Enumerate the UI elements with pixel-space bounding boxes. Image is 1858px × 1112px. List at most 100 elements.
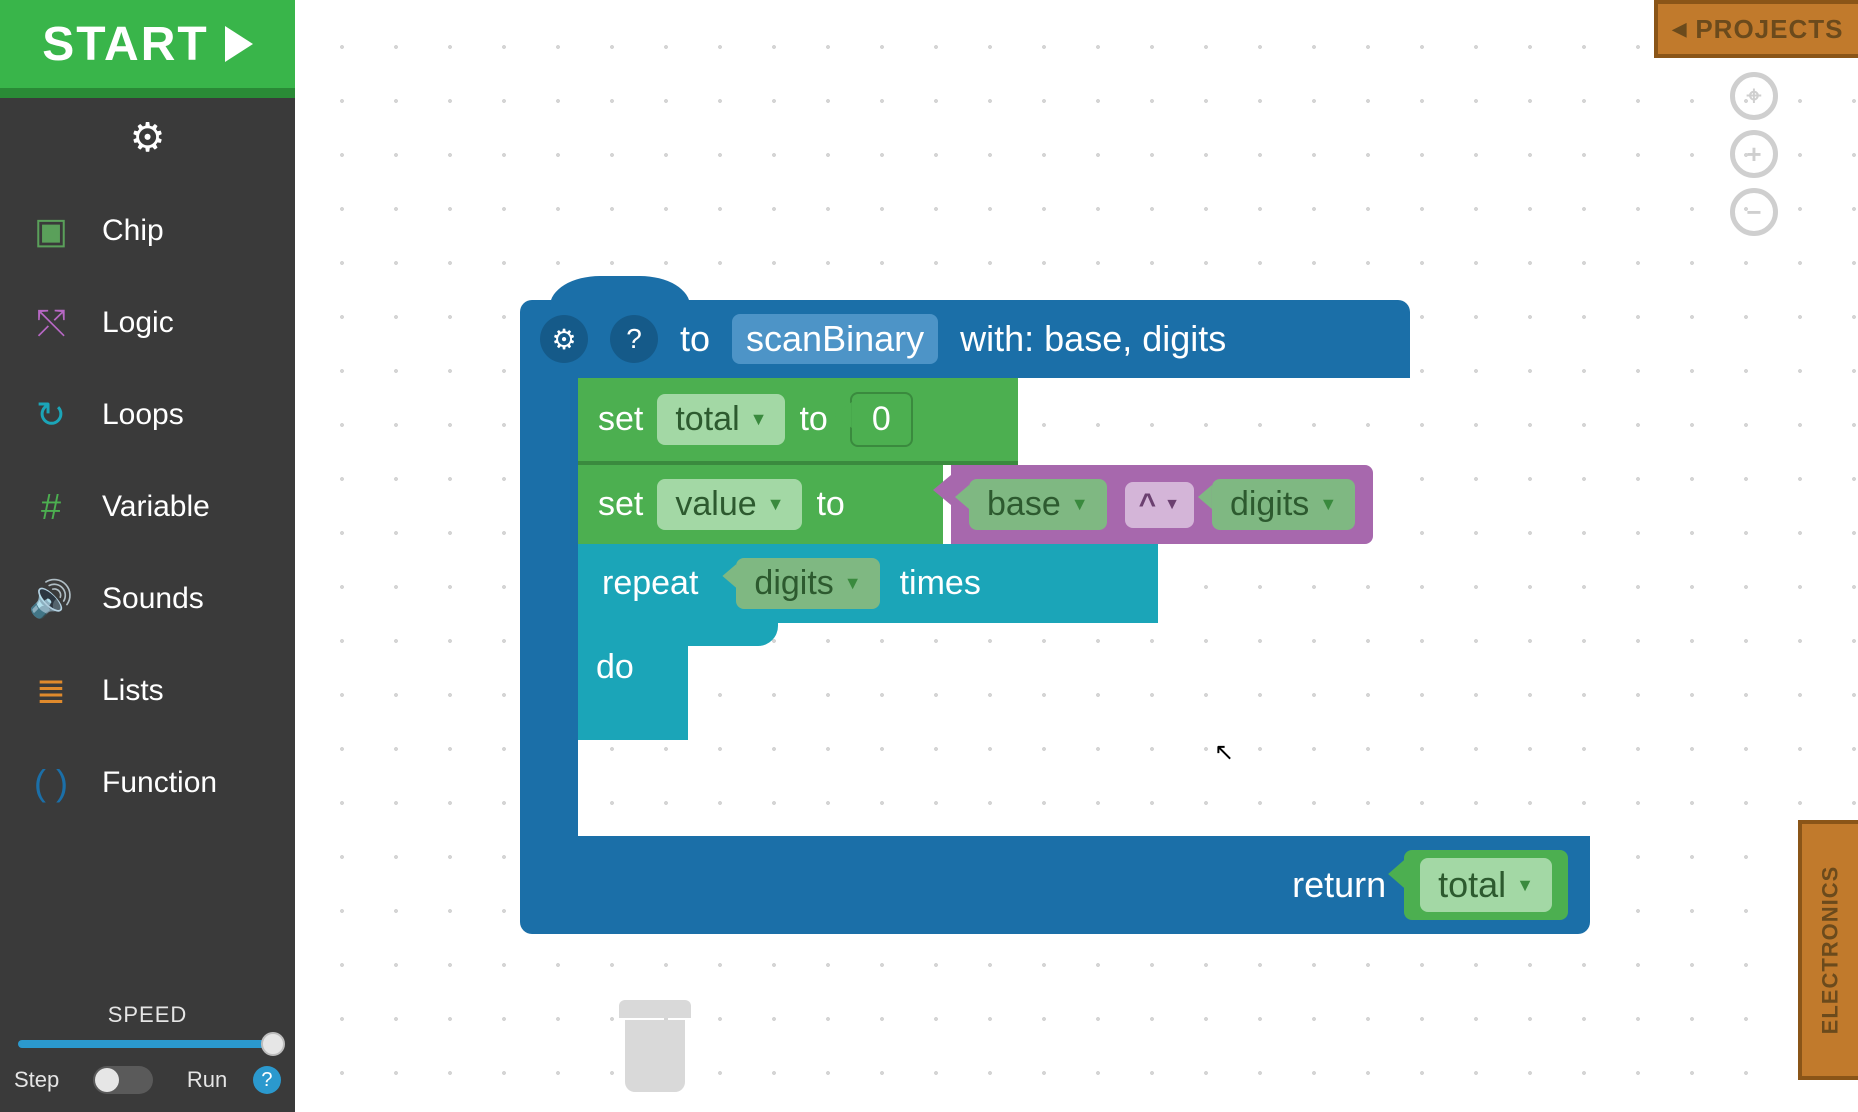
target-icon: ⌖: [1747, 80, 1762, 112]
variable-dropdown-base[interactable]: base ▼: [969, 479, 1107, 530]
category-loops[interactable]: ↻ Loops: [28, 392, 295, 438]
times-keyword: times: [900, 564, 981, 603]
repeat-keyword: repeat: [602, 564, 698, 603]
category-logic[interactable]: ⤲ Logic: [28, 300, 295, 346]
chevron-down-icon: ▼: [1071, 494, 1089, 515]
trash-lid-icon: [619, 1000, 691, 1018]
variable-dropdown-repeat-count[interactable]: digits ▼: [736, 558, 879, 609]
chevron-down-icon: ▼: [767, 494, 785, 515]
number-literal[interactable]: 0: [850, 392, 913, 447]
settings-button[interactable]: ⚙: [0, 98, 295, 178]
variable-dropdown-digits[interactable]: digits ▼: [1212, 479, 1355, 530]
zoom-in-button[interactable]: +: [1730, 130, 1778, 178]
view-controls: ⌖ + −: [1730, 72, 1778, 236]
workspace-canvas[interactable]: PROJECTS ELECTRONICS ⌖ + − ⚙ ?: [295, 0, 1858, 1112]
dropdown-value: value: [675, 485, 756, 524]
return-keyword: return: [1292, 864, 1386, 906]
dropdown-value: digits: [1230, 485, 1309, 524]
variable-dropdown-return[interactable]: total ▼: [1420, 858, 1552, 912]
speed-slider[interactable]: [18, 1040, 277, 1048]
zoom-out-button[interactable]: −: [1730, 188, 1778, 236]
help-button[interactable]: ?: [253, 1066, 281, 1094]
chevron-down-icon: ▼: [1164, 496, 1180, 514]
trash-button[interactable]: [615, 1000, 695, 1100]
category-lists[interactable]: ≣ Lists: [28, 668, 295, 714]
category-label: Variable: [102, 490, 210, 524]
dropdown-value: total: [1438, 864, 1506, 906]
electronics-label: ELECTRONICS: [1817, 866, 1843, 1035]
sounds-icon: 🔊: [28, 576, 74, 622]
recenter-button[interactable]: ⌖: [1730, 72, 1778, 120]
set-total-block[interactable]: set total ▼ to 0: [578, 378, 1018, 465]
mouse-cursor-icon: ↖: [1214, 738, 1234, 767]
step-run-toggle[interactable]: [93, 1066, 153, 1094]
dropdown-value: base: [987, 485, 1061, 524]
question-icon: ?: [626, 323, 642, 355]
to-keyword: to: [816, 485, 844, 524]
projects-label: PROJECTS: [1695, 14, 1843, 45]
minus-icon: −: [1746, 197, 1761, 228]
block-settings-button[interactable]: ⚙: [540, 315, 588, 363]
set-value-block[interactable]: set value ▼ to: [578, 465, 943, 544]
slider-thumb[interactable]: [261, 1032, 285, 1056]
chevron-down-icon: ▼: [1319, 494, 1337, 515]
category-label: Sounds: [102, 582, 204, 616]
variable-icon: #: [28, 484, 74, 530]
category-variable[interactable]: # Variable: [28, 484, 295, 530]
category-chip[interactable]: ▣ Chip: [28, 208, 295, 254]
to-keyword: to: [799, 400, 827, 439]
function-icon: ( ): [28, 760, 74, 806]
chip-icon: ▣: [28, 208, 74, 254]
operator-value: ^: [1139, 488, 1157, 522]
chevron-down-icon: ▼: [1516, 875, 1534, 896]
block-help-button[interactable]: ?: [610, 315, 658, 363]
dropdown-value: digits: [754, 564, 833, 603]
start-button[interactable]: START: [0, 0, 295, 98]
speed-controls: SPEED Step Run ?: [0, 990, 295, 1112]
category-label: Chip: [102, 214, 164, 248]
lists-icon: ≣: [28, 668, 74, 714]
category-list: ▣ Chip ⤲ Logic ↻ Loops # Variable 🔊 Soun…: [0, 208, 295, 806]
repeat-notch: [688, 612, 778, 646]
variable-dropdown-total[interactable]: total ▼: [657, 394, 785, 445]
operator-dropdown[interactable]: ^ ▼: [1125, 482, 1194, 528]
return-row[interactable]: return total ▼: [520, 836, 1590, 934]
projects-tab[interactable]: PROJECTS: [1654, 0, 1858, 58]
loops-icon: ↻: [28, 392, 74, 438]
category-label: Loops: [102, 398, 184, 432]
to-keyword: to: [680, 318, 710, 360]
gear-icon: ⚙: [551, 323, 576, 356]
return-value-slot[interactable]: total ▼: [1404, 850, 1568, 920]
category-function[interactable]: ( ) Function: [28, 760, 295, 806]
toggle-knob: [95, 1068, 119, 1092]
function-definition-block[interactable]: ⚙ ? to scanBinary with: base, digits set…: [520, 300, 1410, 623]
number-value: 0: [872, 400, 891, 438]
trash-body-icon: [625, 1020, 685, 1092]
gear-icon: ⚙: [130, 115, 166, 161]
speed-step-label: Step: [14, 1067, 59, 1093]
plus-icon: +: [1746, 139, 1761, 170]
chevron-down-icon: ▼: [844, 573, 862, 594]
start-label: START: [42, 17, 208, 72]
category-label: Lists: [102, 674, 164, 708]
variable-dropdown-value[interactable]: value ▼: [657, 479, 802, 530]
speed-run-label: Run: [187, 1067, 227, 1093]
block-workspace: ⚙ ? to scanBinary with: base, digits set…: [520, 300, 1640, 910]
repeat-block[interactable]: repeat digits ▼ times do: [578, 544, 1410, 623]
help-icon: ?: [261, 1069, 272, 1092]
set-keyword: set: [598, 400, 643, 439]
chevron-down-icon: ▼: [750, 409, 768, 430]
function-name-field[interactable]: scanBinary: [732, 314, 938, 364]
function-header[interactable]: ⚙ ? to scanBinary with: base, digits: [520, 300, 1410, 378]
do-keyword: do: [596, 648, 634, 687]
sidebar: START ⚙ ▣ Chip ⤲ Logic ↻ Loops # Variabl…: [0, 0, 295, 1112]
with-params: with: base, digits: [960, 318, 1226, 360]
electronics-tab[interactable]: ELECTRONICS: [1798, 820, 1858, 1080]
function-rail: [520, 376, 578, 836]
category-label: Function: [102, 766, 217, 800]
dropdown-value: total: [675, 400, 739, 439]
logic-icon: ⤲: [28, 300, 74, 346]
category-label: Logic: [102, 306, 174, 340]
category-sounds[interactable]: 🔊 Sounds: [28, 576, 295, 622]
math-power-block[interactable]: base ▼ ^ ▼ digits ▼: [951, 465, 1373, 544]
